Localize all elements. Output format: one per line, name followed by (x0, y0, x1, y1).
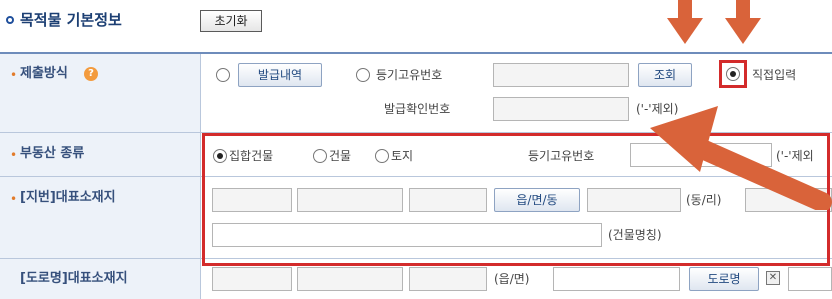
required-mark: • (10, 148, 18, 162)
road-address-gu-input[interactable] (409, 267, 487, 291)
required-mark: • (10, 68, 18, 82)
road-town-label: (읍/면) (494, 272, 530, 286)
direct-input-option-label: 직접입력 (752, 68, 797, 82)
issue-confirm-number-label: 발급확인번호 (384, 102, 451, 116)
lookup-button[interactable]: 조회 (638, 63, 692, 87)
road-address-sido-input[interactable] (212, 267, 292, 291)
road-name-input[interactable] (788, 267, 832, 291)
road-address-sigungu-input[interactable] (297, 267, 403, 291)
section-bullet-icon (6, 16, 14, 24)
registration-number-input[interactable] (493, 63, 629, 87)
radio-direct-input[interactable] (726, 67, 740, 81)
road-name-button[interactable]: 도로명 (689, 267, 759, 291)
arrow-down-icon (678, 0, 692, 20)
registration-number-option-label: 등기고유번호 (376, 68, 443, 82)
arrow-down-icon (725, 18, 761, 44)
arrow-left-icon (650, 106, 832, 210)
reset-button[interactable]: 초기화 (200, 10, 262, 32)
submit-method-label: 제출방식 (20, 66, 68, 81)
arrow-down-icon (736, 0, 750, 20)
issue-history-button[interactable]: 발급내역 (238, 63, 322, 87)
property-type-label: 부동산 종류 (20, 146, 85, 161)
required-mark: • (10, 192, 18, 206)
radio-registration-number[interactable] (356, 68, 370, 82)
lot-address-label: [지번]대표소재지 (20, 190, 116, 205)
help-icon[interactable]: ? (84, 67, 98, 81)
radio-issue-history[interactable] (216, 68, 230, 82)
section-title: 목적물 기본정보 (20, 11, 122, 29)
road-town-input[interactable] (553, 267, 680, 291)
issue-confirm-number-input[interactable] (493, 97, 629, 121)
road-address-label: [도로명]대표소재지 (20, 271, 128, 286)
arrow-down-icon (667, 18, 703, 44)
road-option-checkbox[interactable]: ✕ (766, 271, 780, 285)
